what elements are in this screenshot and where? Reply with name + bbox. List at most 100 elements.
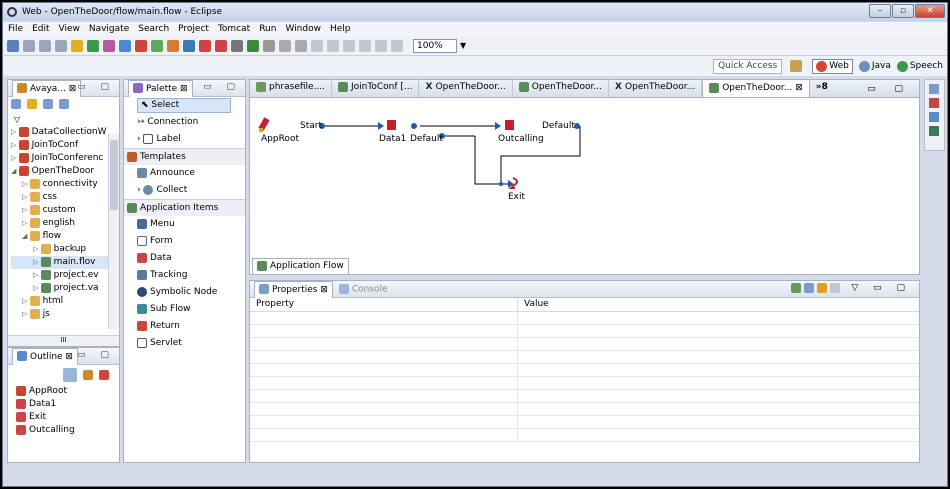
restore-icon[interactable] — [929, 84, 939, 94]
expand-icon[interactable]: ▷ — [33, 271, 41, 279]
outline-item[interactable]: Exit — [16, 411, 119, 424]
menu-view[interactable]: View — [59, 24, 80, 34]
outline-item[interactable]: Data1 — [16, 398, 119, 411]
deploy-icon[interactable] — [119, 39, 131, 52]
palette-announce[interactable]: Announce — [124, 165, 245, 182]
flag-icon[interactable] — [98, 370, 109, 380]
expand-icon[interactable]: ▷ — [33, 258, 41, 266]
flow-icon[interactable] — [199, 39, 211, 52]
run-icon[interactable] — [71, 39, 83, 52]
tree-mode-icon[interactable] — [63, 368, 77, 382]
align-icon-2[interactable] — [343, 39, 355, 52]
tab-phrasefile[interactable]: phrasefile.... — [250, 79, 333, 97]
open-perspective-icon[interactable] — [790, 60, 803, 72]
new-icon[interactable] — [7, 39, 19, 52]
trim-view-icon-2[interactable] — [929, 112, 939, 122]
expand-icon[interactable]: ▷ — [22, 219, 30, 227]
flow-icon-3[interactable] — [231, 39, 243, 52]
tab-console[interactable]: Console — [338, 283, 388, 294]
trim-view-icon-3[interactable] — [929, 126, 939, 136]
tree-item[interactable]: ◢ flow — [11, 230, 108, 243]
menu-navigate[interactable]: Navigate — [89, 24, 129, 34]
edit-icon[interactable] — [263, 39, 275, 52]
link-icon[interactable] — [26, 99, 37, 109]
sort-icon[interactable] — [82, 370, 93, 380]
tool-icon[interactable] — [167, 39, 179, 52]
expand-icon[interactable]: ▷ — [22, 193, 30, 201]
palette-form[interactable]: Form — [124, 233, 245, 250]
expand-icon[interactable]: ▷ — [33, 284, 41, 292]
tab-openthedoor-active[interactable]: OpenTheDoor... ⊠ — [702, 79, 810, 97]
expand-icon[interactable]: ▷ — [22, 310, 30, 318]
perspective-web[interactable]: Web — [812, 58, 853, 74]
expand-icon[interactable]: ▷ — [33, 245, 41, 253]
tab-properties[interactable]: Properties ⊠ — [254, 280, 333, 298]
more-tabs-button[interactable]: »8 — [810, 79, 834, 97]
view-controls[interactable]: ▭ ▢ — [77, 350, 115, 360]
palette-connection[interactable]: ↣ Connection — [124, 114, 245, 131]
align-icon[interactable] — [327, 39, 339, 52]
tab-palette[interactable]: Palette ⊠ — [128, 79, 193, 97]
minimize-button[interactable]: – — [869, 4, 891, 18]
close-button[interactable]: ✕ — [915, 4, 945, 18]
menu-file[interactable]: File — [8, 24, 23, 34]
expand-icon[interactable]: ▷ — [11, 141, 19, 149]
tree-item[interactable]: ▷ custom — [11, 204, 108, 217]
tree-item[interactable]: ▷ html — [11, 295, 108, 308]
view-icon[interactable] — [58, 99, 69, 109]
expand-icon[interactable]: ▷ — [22, 180, 30, 188]
tree-scrollbar[interactable] — [108, 134, 119, 329]
tab-openthedoor-1[interactable]: X OpenTheDoor... — [419, 79, 513, 97]
view-menu-icon[interactable]: ▽ — [8, 115, 119, 126]
quick-access-input[interactable]: Quick Access — [713, 58, 783, 74]
pin-icon[interactable] — [791, 283, 802, 293]
stop-icon[interactable] — [135, 39, 147, 52]
tab-openthedoor-3[interactable]: X OpenTheDoor... — [609, 79, 703, 97]
tree-item[interactable]: ▷ JoinToConferenc — [11, 152, 108, 165]
trim-view-icon[interactable] — [929, 98, 939, 108]
tree-item[interactable]: ▷ JoinToConf — [11, 139, 108, 152]
categories-icon[interactable] — [804, 283, 815, 293]
save-all-icon[interactable] — [39, 39, 51, 52]
tree-hscrollbar[interactable]: III — [8, 335, 119, 346]
node-outcalling[interactable]: Outcalling — [498, 134, 544, 144]
tree-item[interactable]: ◢ OpenTheDoor — [11, 165, 108, 178]
menu-edit[interactable]: Edit — [32, 24, 49, 34]
search-icon[interactable] — [247, 39, 259, 52]
menu-run[interactable]: Run — [259, 24, 276, 34]
filter-icon[interactable] — [42, 99, 53, 109]
tab-navigator[interactable]: Avaya... ⊠ — [12, 79, 82, 97]
node-exit[interactable]: Exit — [508, 192, 525, 202]
palette-servlet[interactable]: Servlet — [124, 335, 245, 352]
palette-return[interactable]: Return — [124, 318, 245, 335]
palette-data[interactable]: Data — [124, 250, 245, 267]
outline-item[interactable]: AppRoot — [16, 385, 119, 398]
maximize-button[interactable]: ▫ — [892, 4, 914, 18]
palette-label[interactable]: › Label — [124, 131, 245, 148]
flow-canvas[interactable]: AppRoot Start Data1 Default Outcalling D… — [250, 98, 919, 256]
zoom-combo[interactable]: 100% — [413, 38, 457, 53]
palette-select[interactable]: ⬉ Select — [137, 98, 231, 113]
tree-item[interactable]: ▷ js — [11, 308, 108, 321]
expand-icon[interactable]: ▷ — [11, 128, 19, 136]
align-icon-4[interactable] — [375, 39, 387, 52]
tree-item[interactable]: ▷ english — [11, 217, 108, 230]
perspective-java[interactable]: Java — [858, 60, 891, 72]
tree-item[interactable]: ▷ DataCollectionW — [11, 126, 108, 139]
expand-icon[interactable]: ◢ — [22, 232, 30, 240]
arrange-icon[interactable] — [183, 39, 195, 52]
tree-item[interactable]: ▷ project.ev — [11, 269, 108, 282]
server-icon[interactable] — [103, 39, 115, 52]
align-icon-3[interactable] — [359, 39, 371, 52]
align-icon-5[interactable] — [391, 39, 403, 52]
save-icon[interactable] — [23, 39, 35, 52]
chevron-down-icon[interactable]: ▼ — [460, 41, 466, 50]
tree-item[interactable]: ▷ connectivity — [11, 178, 108, 191]
advanced-icon[interactable] — [817, 283, 828, 293]
tab-jointoconf[interactable]: JoinToConf [... — [332, 79, 420, 97]
expand-icon[interactable]: ▷ — [22, 206, 30, 214]
tree-item[interactable]: ▷ css — [11, 191, 108, 204]
tree-item[interactable]: ▷ main.flov — [11, 256, 108, 269]
debug-icon[interactable] — [87, 39, 99, 52]
collapse-icon[interactable] — [11, 99, 21, 109]
